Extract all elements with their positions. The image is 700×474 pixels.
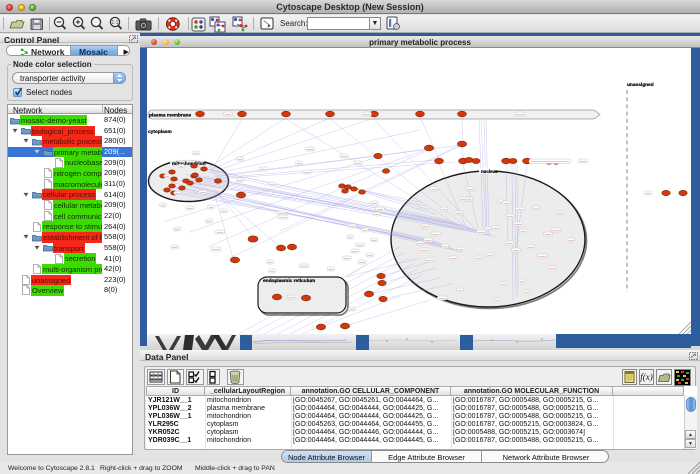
svg-text:cytoplasm: cytoplasm — [148, 129, 172, 135]
svg-text:1:1: 1:1 — [112, 20, 119, 26]
svg-text:plasma membrane: plasma membrane — [149, 113, 191, 119]
svg-text:mitochondrion: mitochondrion — [172, 161, 206, 167]
svg-text:nucleus: nucleus — [481, 169, 498, 174]
svg-text:endoplasmic reticulum: endoplasmic reticulum — [263, 278, 315, 284]
svg-text:unassigned: unassigned — [627, 82, 654, 88]
svg-text:f(x): f(x) — [640, 372, 653, 382]
